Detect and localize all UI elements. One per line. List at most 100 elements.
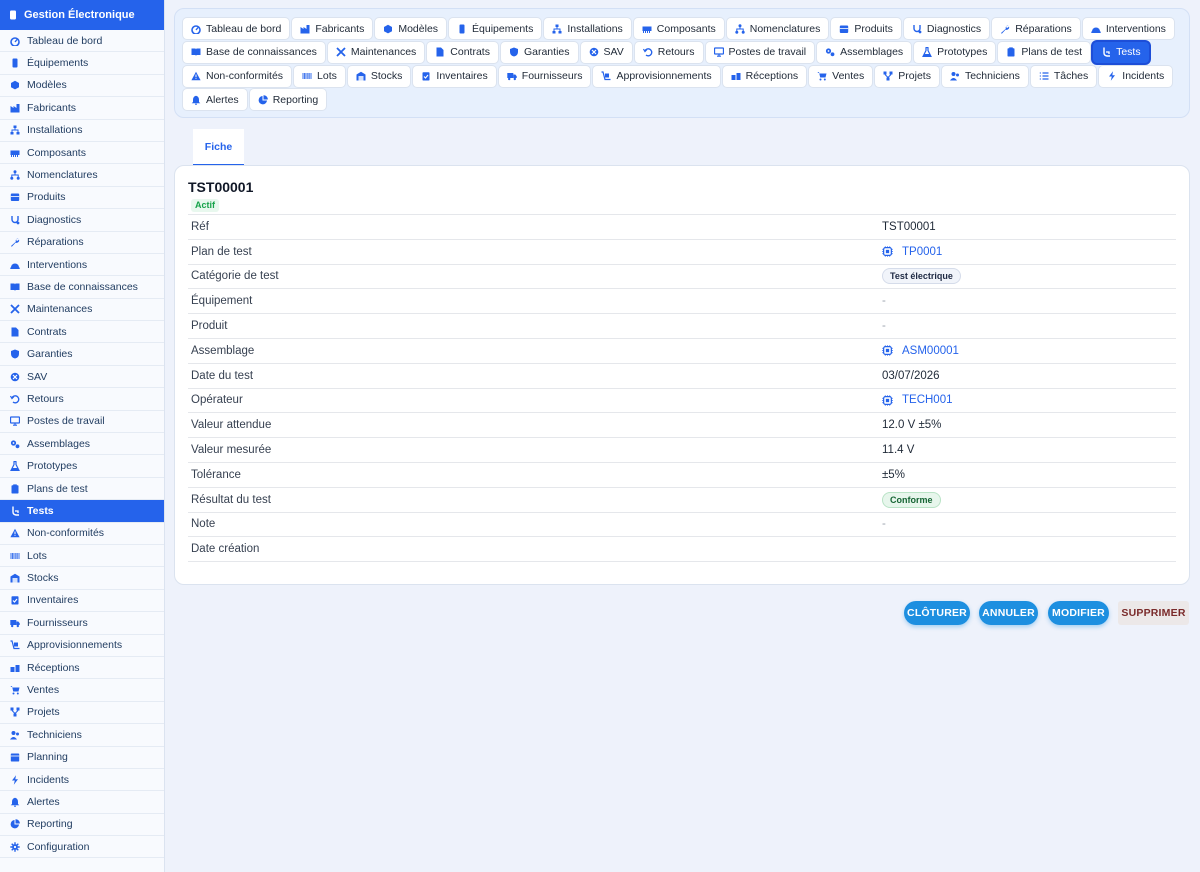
record-link[interactable]: TP0001 — [882, 246, 942, 258]
device-icon — [8, 10, 18, 20]
truck-icon — [507, 71, 517, 81]
tab-maintenances[interactable]: Maintenances — [326, 40, 426, 64]
sidebar-item-approvisionnements[interactable]: Approvisionnements — [0, 635, 164, 657]
record-link[interactable]: TECH001 — [882, 394, 953, 406]
field-row-date-creation: Date création — [188, 537, 1176, 563]
tab-sav[interactable]: SAV — [579, 40, 633, 64]
edit-button[interactable]: MODIFIER — [1048, 601, 1109, 625]
wrench-icon — [9, 237, 20, 248]
sidebar-item-equipements[interactable]: Équipements — [0, 52, 164, 75]
sidebar-item-label: SAV — [27, 370, 48, 383]
sidebar-item-label: Réparations — [27, 236, 84, 249]
sidebar-item-prototypes[interactable]: Prototypes — [0, 455, 164, 478]
close-button[interactable]: CLÔTURER — [904, 601, 970, 625]
tab-lots[interactable]: Lots — [293, 64, 346, 88]
sidebar-item-assemblages[interactable]: Assemblages — [0, 433, 164, 456]
tab-fiche[interactable]: Fiche — [193, 129, 244, 166]
sidebar-item-postes-de-travail[interactable]: Postes de travail — [0, 411, 164, 434]
tab-fournisseurs[interactable]: Fournisseurs — [497, 64, 592, 88]
memory-icon — [642, 24, 652, 34]
sidebar-item-interventions[interactable]: Interventions — [0, 254, 164, 277]
clipboard-check-icon — [421, 71, 431, 81]
tab-tableau-de-bord[interactable]: Tableau de bord — [182, 17, 291, 40]
tab-label: Fournisseurs — [521, 70, 583, 83]
sidebar-item-inventaires[interactable]: Inventaires — [0, 590, 164, 613]
tab-diagnostics[interactable]: Diagnostics — [902, 17, 991, 40]
sidebar-item-installations[interactable]: Installations — [0, 120, 164, 142]
sidebar-item-produits[interactable]: Produits — [0, 187, 164, 210]
sidebar-item-configuration[interactable]: Configuration — [0, 836, 164, 859]
tab-installations[interactable]: Installations — [543, 17, 632, 40]
sidebar-item-tests[interactable]: Tests — [0, 500, 164, 523]
tab-ventes[interactable]: Ventes — [808, 64, 874, 88]
tab-equipements[interactable]: Équipements — [448, 17, 543, 40]
tab-prototypes[interactable]: Prototypes — [913, 40, 997, 64]
sidebar-item-reporting[interactable]: Reporting — [0, 814, 164, 837]
sidebar-item-stocks[interactable]: Stocks — [0, 567, 164, 590]
sidebar-item-plans-de-test[interactable]: Plans de test — [0, 478, 164, 501]
tab-reporting[interactable]: Reporting — [248, 88, 328, 112]
tab-produits[interactable]: Produits — [830, 17, 902, 40]
field-label: Date du test — [191, 369, 254, 382]
tab-fabricants[interactable]: Fabricants — [291, 17, 374, 40]
sidebar-item-contrats[interactable]: Contrats — [0, 321, 164, 344]
app-brand[interactable]: Gestion Électronique — [0, 0, 164, 30]
sidebar-item-planning[interactable]: Planning — [0, 747, 164, 769]
sidebar-item-diagnostics[interactable]: Diagnostics — [0, 209, 164, 232]
tab-plans-de-test[interactable]: Plans de test — [997, 40, 1092, 64]
sidebar-item-fabricants[interactable]: Fabricants — [0, 97, 164, 120]
tab-reparations[interactable]: Réparations — [991, 17, 1081, 40]
tab-receptions[interactable]: Réceptions — [721, 64, 808, 88]
sidebar-item-sav[interactable]: SAV — [0, 366, 164, 389]
sidebar-item-incidents[interactable]: Incidents — [0, 769, 164, 792]
field-label: Assemblage — [191, 344, 255, 357]
sidebar-item-projets[interactable]: Projets — [0, 702, 164, 725]
sidebar-item-retours[interactable]: Retours — [0, 388, 164, 411]
tab-techniciens[interactable]: Techniciens — [940, 64, 1029, 88]
sidebar-item-nomenclatures[interactable]: Nomenclatures — [0, 164, 164, 187]
sidebar-item-label: Composants — [27, 146, 86, 159]
field-value: Test électrique — [882, 268, 1176, 285]
sidebar-item-receptions[interactable]: Réceptions — [0, 657, 164, 680]
sidebar-item-composants[interactable]: Composants — [0, 142, 164, 165]
delete-button[interactable]: SUPPRIMER — [1118, 601, 1189, 625]
sidebar-item-garanties[interactable]: Garanties — [0, 343, 164, 366]
field-label: Date création — [191, 543, 260, 556]
sidebar-item-fournisseurs[interactable]: Fournisseurs — [0, 612, 164, 635]
sidebar-item-non-conformites[interactable]: Non-conformités — [0, 523, 164, 545]
tab-postes-de-travail[interactable]: Postes de travail — [704, 40, 816, 64]
sidebar-item-tableau-de-bord[interactable]: Tableau de bord — [0, 30, 164, 53]
sidebar-item-alertes[interactable]: Alertes — [0, 791, 164, 814]
tab-garanties[interactable]: Garanties — [499, 40, 579, 64]
app-title: Gestion Électronique — [24, 9, 135, 21]
tab-approvisionnements[interactable]: Approvisionnements — [592, 64, 721, 88]
cancel-button[interactable]: ANNULER — [979, 601, 1038, 625]
tab-non-conformites[interactable]: Non-conformités — [182, 64, 293, 88]
value-text: 12.0 V ±5% — [882, 419, 942, 432]
tab-base-de-connaissances[interactable]: Base de connaissances — [182, 40, 326, 64]
sidebar-item-label: Alertes — [27, 795, 60, 808]
tab-inventaires[interactable]: Inventaires — [412, 64, 497, 88]
sidebar-item-maintenances[interactable]: Maintenances — [0, 299, 164, 322]
tab-stocks[interactable]: Stocks — [346, 64, 412, 88]
tab-retours[interactable]: Retours — [633, 40, 704, 64]
return-icon — [9, 393, 20, 404]
sidebar-item-modeles[interactable]: Modèles — [0, 75, 164, 98]
tab-alertes[interactable]: Alertes — [182, 88, 248, 112]
sidebar-item-base-de-connaissances[interactable]: Base de connaissances — [0, 276, 164, 299]
tab-composants[interactable]: Composants — [632, 17, 725, 40]
tab-contrats[interactable]: Contrats — [426, 40, 499, 64]
sidebar-item-lots[interactable]: Lots — [0, 545, 164, 568]
tab-modeles[interactable]: Modèles — [374, 17, 448, 40]
record-link[interactable]: ASM00001 — [882, 345, 959, 357]
tab-nomenclatures[interactable]: Nomenclatures — [725, 17, 830, 40]
tab-taches[interactable]: Tâches — [1029, 64, 1098, 88]
tab-interventions[interactable]: Interventions — [1081, 17, 1175, 40]
tab-tests[interactable]: Tests — [1092, 40, 1150, 64]
sidebar-item-techniciens[interactable]: Techniciens — [0, 724, 164, 747]
tab-incidents[interactable]: Incidents — [1098, 64, 1174, 88]
tab-projets[interactable]: Projets — [874, 64, 940, 88]
tab-assemblages[interactable]: Assemblages — [816, 40, 913, 64]
sidebar-item-reparations[interactable]: Réparations — [0, 232, 164, 254]
sidebar-item-ventes[interactable]: Ventes — [0, 679, 164, 702]
